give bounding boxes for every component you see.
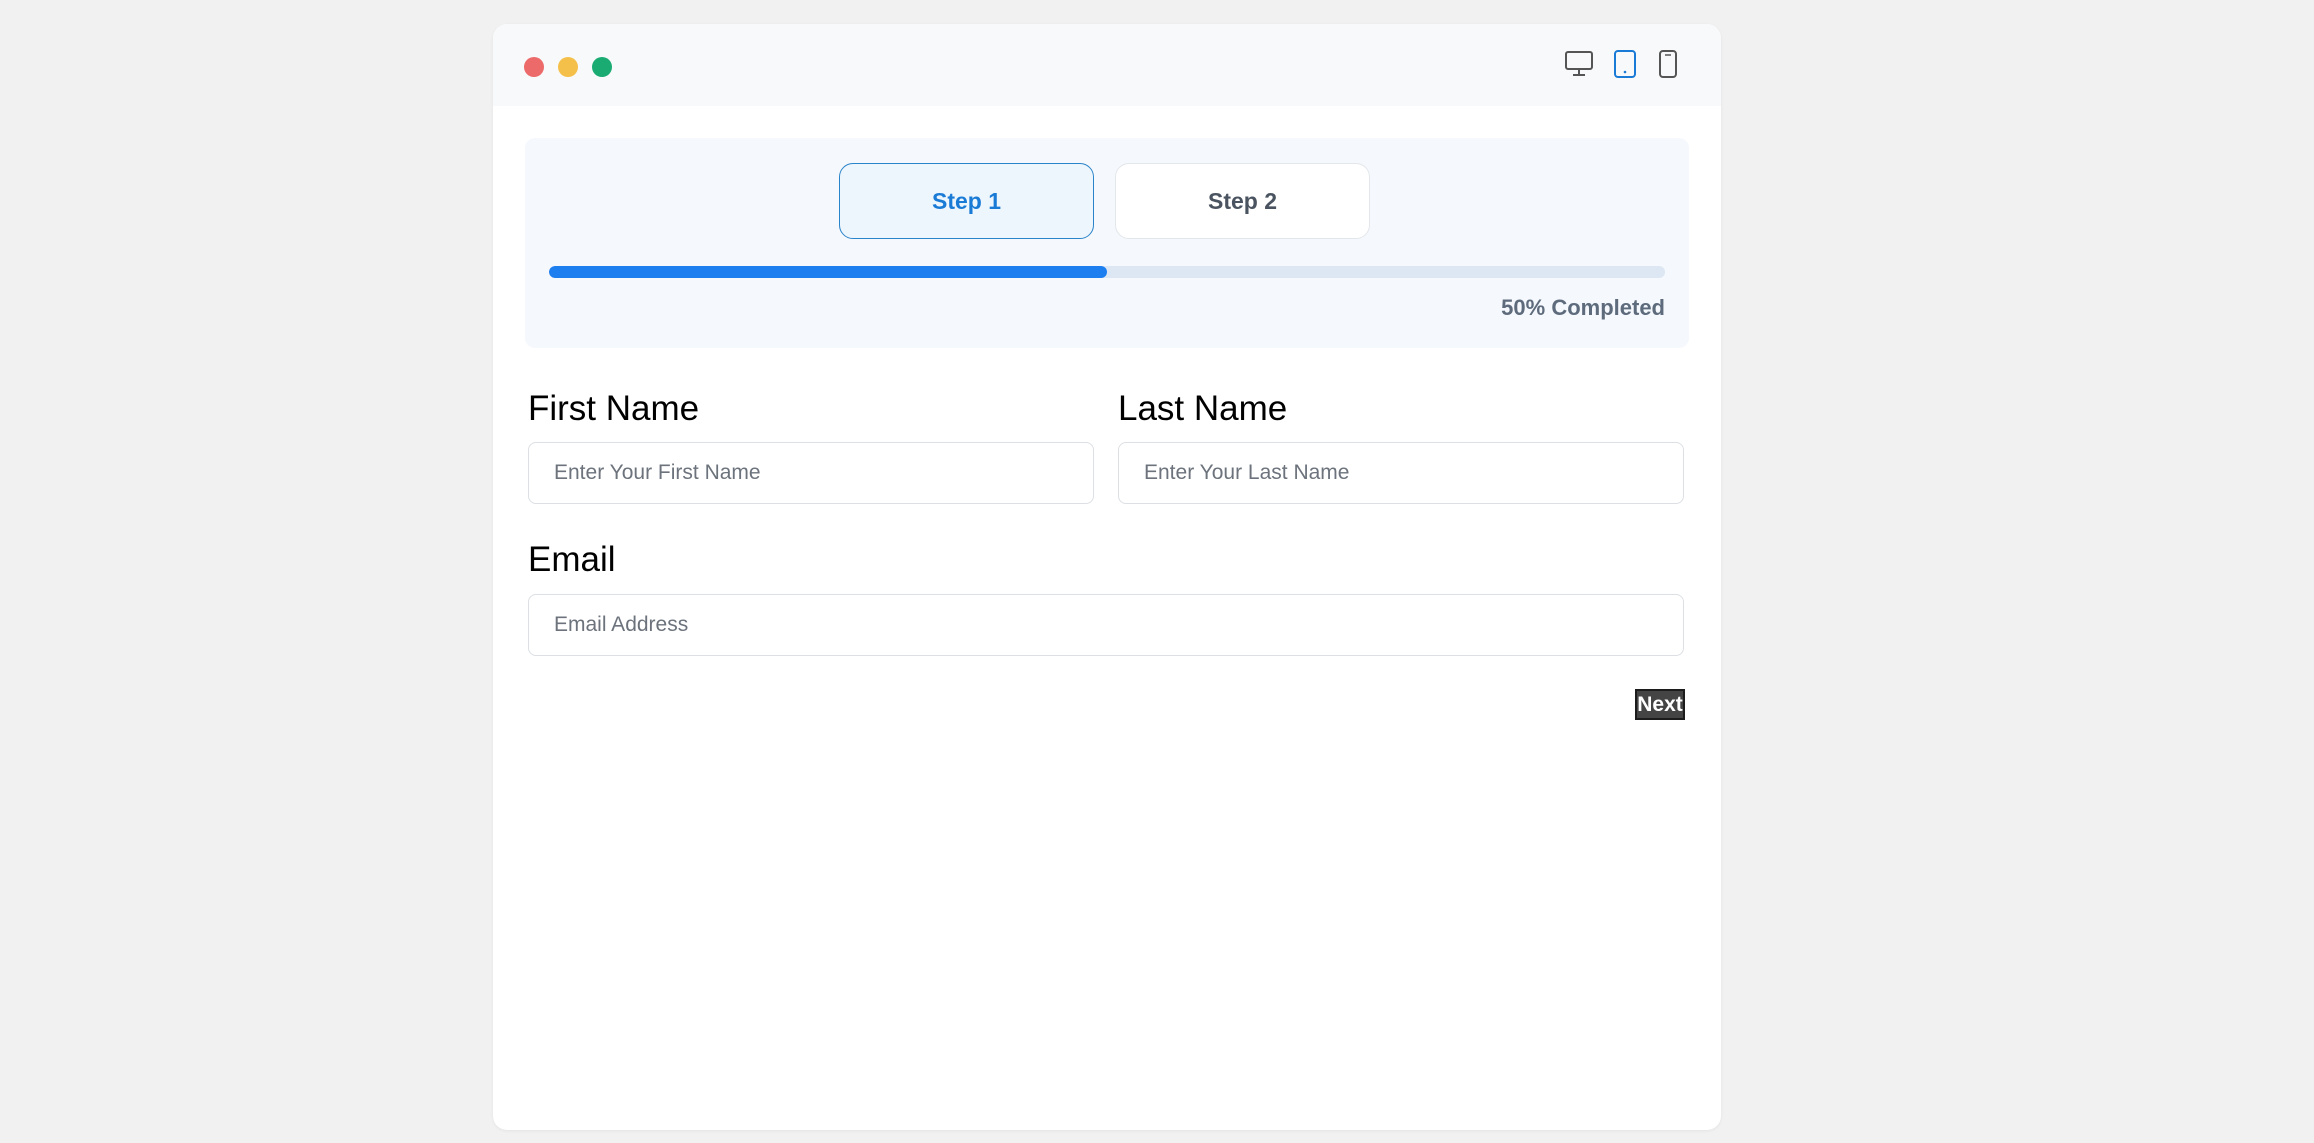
first-name-input[interactable] xyxy=(528,442,1094,504)
tablet-icon xyxy=(1614,50,1636,78)
close-window-button[interactable] xyxy=(524,57,544,77)
minimize-window-button[interactable] xyxy=(558,57,578,77)
mobile-icon xyxy=(1659,50,1677,78)
window-titlebar xyxy=(493,24,1721,106)
email-input[interactable] xyxy=(528,594,1684,656)
last-name-input[interactable] xyxy=(1118,442,1684,504)
progress-bar xyxy=(549,266,1665,278)
mobile-view-button[interactable] xyxy=(1656,48,1680,80)
tablet-view-button[interactable] xyxy=(1611,48,1639,80)
step-1-tab[interactable]: Step 1 xyxy=(839,163,1094,239)
step-2-tab[interactable]: Step 2 xyxy=(1115,163,1370,239)
maximize-window-button[interactable] xyxy=(592,57,612,77)
next-button[interactable]: Next xyxy=(1635,689,1685,720)
first-name-label: First Name xyxy=(528,389,700,428)
app-window: Step 1 Step 2 50% Completed First Name L… xyxy=(493,24,1721,1130)
stepper-panel: Step 1 Step 2 50% Completed xyxy=(525,138,1689,348)
email-label: Email xyxy=(528,540,616,579)
desktop-icon xyxy=(1565,51,1593,76)
progress-label: 50% Completed xyxy=(1501,295,1665,320)
desktop-view-button[interactable] xyxy=(1563,48,1595,80)
last-name-label: Last Name xyxy=(1118,389,1288,428)
progress-bar-fill xyxy=(549,266,1107,278)
